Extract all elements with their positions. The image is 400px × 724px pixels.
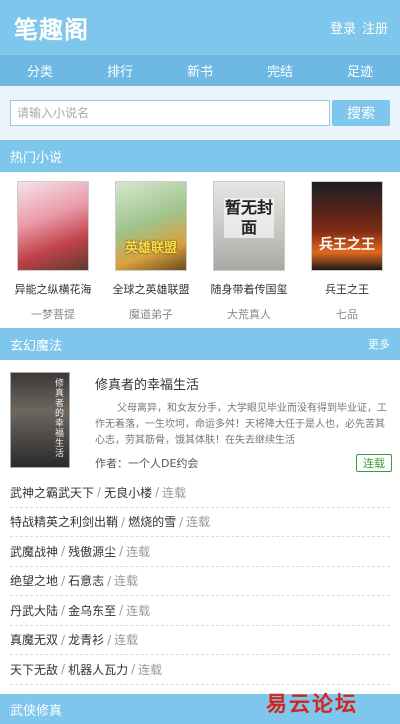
book-title[interactable]: 丹武大陆 — [10, 602, 58, 619]
book-author: 燃烧的雪 — [128, 515, 177, 530]
watermark-logo: 易云论坛 — [266, 691, 358, 716]
featured-book-title[interactable]: 修真者的幸福生活 — [95, 374, 392, 393]
fantasy-section-header: 玄幻魔法 更多 — [0, 328, 400, 360]
book-author: 一梦菩提 — [31, 308, 75, 321]
wuxia-section-title: 武侠修真 — [10, 703, 63, 719]
nav-item-new-books[interactable]: 新书 — [160, 61, 240, 80]
book-title[interactable]: 天下无敌 — [10, 661, 58, 678]
book-title[interactable]: 武魔战神 — [10, 543, 58, 560]
book-title[interactable]: 真魔无双 — [10, 631, 58, 648]
hot-books-grid: 异能之纵横花海 一梦菩提 英雄联盟 全球之英雄联盟 魔道弟子 暂无封面 随身带着… — [0, 172, 400, 328]
separator: / — [61, 544, 66, 559]
book-author: 大荒真人 — [227, 308, 271, 321]
book-author: 无良小楼 — [104, 485, 153, 500]
separator: / — [131, 662, 136, 677]
search-bar: 搜索 — [0, 86, 400, 140]
book-author: 七品 — [336, 308, 358, 321]
book-author: 残傲源尘 — [68, 544, 117, 559]
login-link[interactable]: 登录 — [330, 18, 356, 37]
book-status: 连载 — [114, 633, 139, 648]
separator: / — [61, 573, 66, 588]
book-cover[interactable] — [17, 181, 89, 271]
featured-book-cover[interactable]: 修真者的幸福生活 — [10, 372, 70, 468]
book-status: 连载 — [186, 515, 211, 530]
separator: / — [97, 485, 102, 500]
nav-item-completed[interactable]: 完结 — [240, 61, 320, 80]
book-author: 龙青衫 — [68, 633, 105, 648]
fantasy-book-list: 武神之霸武天下 / 无良小楼 / 连载 特战精英之利剑出鞘 / 燃烧的雪 / 连载 武魔战神 / 残… — [0, 478, 400, 685]
list-item[interactable]: 绝望之地 / 石意志 / 连载 — [10, 567, 390, 596]
book-status: 连载 — [114, 574, 139, 589]
featured-book-description: 父母离异，和女友分手，大学眼见毕业而没有得到毕业证，工作无着落，一生坎坷，命运多… — [95, 403, 387, 446]
separator: / — [107, 632, 112, 647]
book-title[interactable]: 特战精英之利剑出鞘 — [10, 513, 118, 530]
hot-section-title: 热门小说 — [10, 150, 63, 166]
cover-text: 英雄联盟 — [124, 241, 177, 256]
search-button[interactable]: 搜索 — [332, 100, 390, 126]
book-title[interactable]: 全球之英雄联盟 — [113, 281, 190, 297]
list-item[interactable]: 武魔战神 / 残傲源尘 / 连载 — [10, 537, 390, 567]
nav-item-history[interactable]: 足迹 — [320, 61, 400, 80]
book-title[interactable]: 异能之纵横花海 — [15, 281, 92, 297]
book-title[interactable]: 兵王之王 — [325, 281, 369, 297]
header-links: 登录 注册 — [330, 18, 388, 37]
register-link[interactable]: 注册 — [362, 18, 388, 37]
book-cover[interactable]: 暂无封面 — [213, 181, 285, 271]
book-title[interactable]: 随身带着传国玺 — [211, 281, 288, 297]
separator: / — [121, 514, 126, 529]
featured-book-author: 作者：一个人DE约会 — [95, 457, 199, 470]
book-author: 金乌东至 — [68, 603, 117, 618]
featured-book-body: 修真者的幸福生活 父母离异，和女友分手，大学眼见毕业而没有得到毕业证，工作无着落… — [95, 372, 392, 472]
book-author: 魔道弟子 — [129, 308, 173, 321]
featured-book[interactable]: 修真者的幸福生活 修真者的幸福生活 父母离异，和女友分手，大学眼见毕业而没有得到… — [0, 360, 400, 478]
status-badge[interactable]: 连载 — [356, 454, 392, 472]
hot-book-item[interactable]: 异能之纵横花海 一梦菩提 — [5, 181, 101, 322]
site-logo[interactable]: 笔趣阁 — [14, 10, 89, 45]
search-input[interactable] — [10, 100, 330, 126]
hot-section-header: 热门小说 — [0, 140, 400, 172]
book-author: 石意志 — [68, 574, 105, 589]
hot-book-item[interactable]: 兵王之王 兵王之王 七品 — [299, 181, 395, 322]
cover-text: 修真者的幸福生活 — [55, 379, 65, 459]
header: 笔趣阁 登录 注册 — [0, 0, 400, 54]
hot-book-item[interactable]: 暂无封面 随身带着传国玺 大荒真人 — [201, 181, 297, 322]
separator: / — [107, 573, 112, 588]
book-title[interactable]: 绝望之地 — [10, 572, 58, 589]
cover-text: 暂无封面 — [224, 198, 274, 238]
separator: / — [61, 603, 66, 618]
book-title[interactable]: 武神之霸武天下 — [10, 484, 94, 501]
cover-text: 兵王之王 — [319, 237, 375, 253]
book-status: 连载 — [126, 544, 151, 559]
list-item[interactable]: 真魔无双 / 龙青衫 / 连载 — [10, 626, 390, 655]
featured-book-footer: 作者：一个人DE约会 连载 — [95, 454, 392, 472]
separator: / — [61, 662, 66, 677]
more-link[interactable]: 更多 — [368, 336, 390, 352]
book-status: 连载 — [126, 603, 151, 618]
list-item[interactable]: 特战精英之利剑出鞘 / 燃烧的雪 / 连载 — [10, 508, 390, 537]
book-author: 机器人瓦力 — [68, 662, 129, 677]
list-item[interactable]: 丹武大陆 / 金乌东至 / 连载 — [10, 596, 390, 626]
separator: / — [119, 544, 124, 559]
nav-item-category[interactable]: 分类 — [0, 61, 80, 80]
fantasy-section-title: 玄幻魔法 — [10, 338, 63, 354]
book-status: 连载 — [162, 485, 187, 500]
separator: / — [179, 514, 184, 529]
book-cover[interactable]: 兵王之王 — [311, 181, 383, 271]
separator: / — [155, 485, 160, 500]
separator: / — [61, 632, 66, 647]
book-cover[interactable]: 英雄联盟 — [115, 181, 187, 271]
hot-book-item[interactable]: 英雄联盟 全球之英雄联盟 魔道弟子 — [103, 181, 199, 322]
list-item[interactable]: 天下无敌 / 机器人瓦力 / 连载 — [10, 655, 390, 685]
separator: / — [119, 603, 124, 618]
main-nav: 分类 排行 新书 完结 足迹 — [0, 54, 400, 86]
book-status: 连载 — [138, 662, 163, 677]
nav-item-ranking[interactable]: 排行 — [80, 61, 160, 80]
list-item[interactable]: 武神之霸武天下 / 无良小楼 / 连载 — [10, 478, 390, 508]
